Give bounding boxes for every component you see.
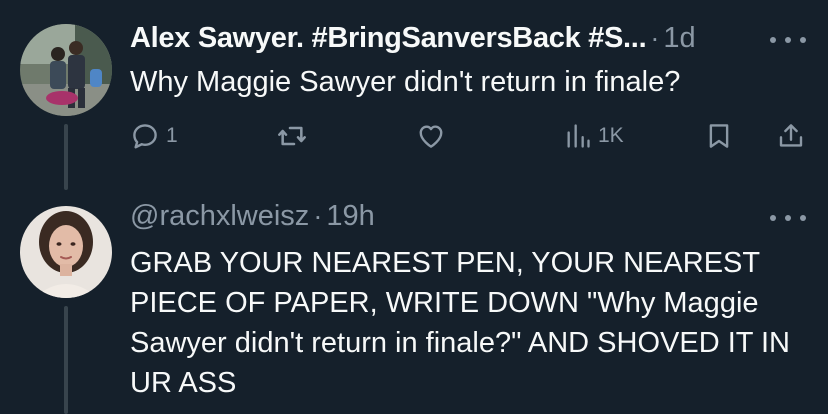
share-icon bbox=[779, 124, 803, 147]
like-icon bbox=[419, 125, 443, 148]
more-icon[interactable] bbox=[770, 208, 806, 228]
avatar-photo-1 bbox=[20, 24, 112, 116]
retweet-button[interactable] bbox=[276, 118, 308, 154]
user-handle[interactable]: @rachxlweisz bbox=[130, 200, 309, 233]
reply-count: 1 bbox=[166, 124, 178, 147]
share-button[interactable] bbox=[776, 118, 806, 154]
tweet-header: @rachxlweisz · 19h bbox=[130, 200, 375, 233]
separator-dot: · bbox=[313, 201, 323, 231]
timestamp[interactable]: 1d bbox=[663, 22, 695, 55]
reply-icon bbox=[133, 124, 157, 149]
thread-line-top bbox=[64, 124, 68, 190]
bookmark-icon bbox=[709, 124, 729, 148]
thread-line-bottom bbox=[64, 306, 68, 414]
views-button[interactable]: 1K bbox=[564, 118, 624, 154]
views-icon bbox=[567, 124, 590, 148]
bookmark-button[interactable] bbox=[704, 118, 734, 154]
tweet-header: Alex Sawyer. #BringSanversBack #S... · 1… bbox=[130, 22, 696, 55]
like-button[interactable] bbox=[416, 118, 446, 154]
retweet-icon bbox=[278, 126, 306, 146]
tweet-actions: 1 1K bbox=[130, 118, 810, 154]
timestamp[interactable]: 19h bbox=[326, 200, 374, 233]
separator-dot: · bbox=[650, 23, 660, 53]
tweet-text: Why Maggie Sawyer didn't return in final… bbox=[130, 66, 681, 98]
avatar-photo-2 bbox=[20, 206, 112, 298]
reply-button[interactable]: 1 bbox=[130, 118, 178, 154]
avatar[interactable] bbox=[20, 24, 112, 116]
more-icon[interactable] bbox=[770, 30, 806, 50]
display-name[interactable]: Alex Sawyer. #BringSanversBack #S... bbox=[130, 22, 647, 55]
avatar[interactable] bbox=[20, 206, 112, 298]
view-count: 1K bbox=[598, 124, 624, 147]
tweet-text: GRAB YOUR NEAREST PEN, YOUR NEAREST PIEC… bbox=[130, 247, 791, 399]
